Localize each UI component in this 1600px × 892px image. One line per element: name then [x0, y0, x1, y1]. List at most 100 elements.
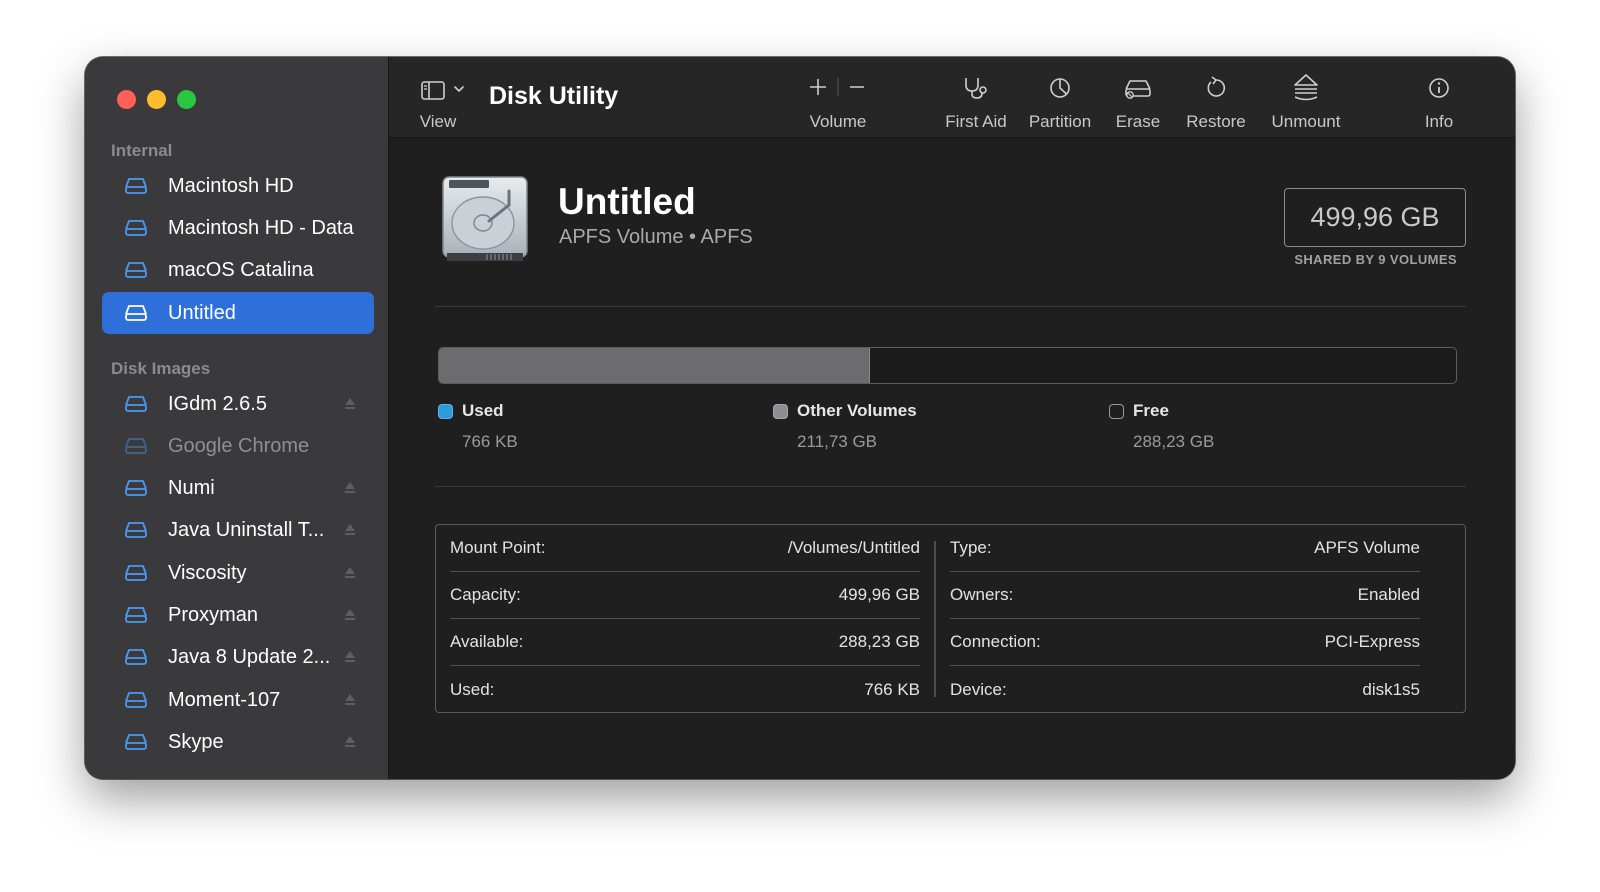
- usage-bar: [438, 347, 1457, 384]
- internal-drive-icon: [125, 178, 147, 194]
- info-row-capacity: Capacity: 499,96 GB: [450, 572, 920, 619]
- sidebar: Internal Macintosh HD Macintosh HD - Dat…: [85, 57, 389, 779]
- legend-free-value: 288,23 GB: [1133, 432, 1215, 451]
- sidebar-item-numi[interactable]: Numi: [102, 467, 374, 509]
- sidebar-toggle-icon: [421, 81, 464, 100]
- info-label: Type:: [950, 538, 992, 557]
- minimize-button[interactable]: [147, 90, 166, 109]
- volume-name: Untitled: [558, 181, 696, 222]
- sidebar-item-macintosh-hd-data[interactable]: Macintosh HD - Data: [102, 207, 374, 249]
- column-divider: [934, 541, 936, 697]
- restore-label: Restore: [1186, 112, 1246, 131]
- sidebar-item-skype[interactable]: Skype: [102, 721, 374, 763]
- eject-icon[interactable]: [344, 566, 356, 579]
- sidebar-item-macos-catalina[interactable]: macOS Catalina: [102, 249, 374, 291]
- erase-button[interactable]: Erase: [1107, 57, 1169, 138]
- info-label: Connection:: [950, 632, 1041, 651]
- legend-used-value: 766 KB: [462, 432, 518, 451]
- eject-icon[interactable]: [344, 693, 356, 706]
- sidebar-item-label: Untitled: [168, 301, 236, 324]
- sidebar-item-macintosh-hd[interactable]: Macintosh HD: [102, 165, 374, 207]
- info-label: Mount Point:: [450, 538, 546, 557]
- disk-image-icon: [125, 649, 147, 665]
- stethoscope-icon: [965, 78, 987, 99]
- eject-icon[interactable]: [344, 735, 356, 748]
- partition-label: Partition: [1028, 112, 1092, 131]
- sidebar-item-label: Numi: [168, 476, 215, 499]
- section-title-internal: Internal: [111, 141, 173, 160]
- volume-subtitle: APFS Volume • APFS: [559, 226, 753, 248]
- sidebar-item-label: IGdm 2.6.5: [168, 392, 267, 415]
- unmount-label: Unmount: [1271, 112, 1341, 131]
- app-title: Disk Utility: [489, 82, 619, 110]
- info-label: Owners:: [950, 585, 1014, 604]
- sidebar-item-google-chrome[interactable]: Google Chrome: [102, 425, 374, 467]
- legend-used-label: Used: [462, 401, 504, 420]
- volume-details: Untitled APFS Volume • APFS 499,96 GB SH…: [389, 139, 1515, 779]
- sidebar-item-untitled[interactable]: Untitled: [102, 292, 374, 334]
- legend-other-label: Other Volumes: [797, 401, 917, 420]
- view-button[interactable]: View: [403, 57, 473, 138]
- zoom-button[interactable]: [177, 90, 196, 109]
- sidebar-item-java-8-update[interactable]: Java 8 Update 2...: [102, 636, 374, 678]
- disk-image-icon: [125, 692, 147, 708]
- eject-icon[interactable]: [344, 481, 356, 494]
- sidebar-item-proxyman[interactable]: Proxyman: [102, 594, 374, 636]
- first-aid-button[interactable]: First Aid: [937, 57, 1015, 138]
- info-table: Mount Point: /Volumes/Untitled Capacity:…: [435, 524, 1466, 713]
- info-row-connection: Connection: PCI-Express: [950, 619, 1420, 666]
- disk-utility-window: Internal Macintosh HD Macintosh HD - Dat…: [85, 57, 1515, 779]
- disk-image-icon: [125, 438, 147, 454]
- volume-label: Volume: [809, 112, 867, 131]
- disk-image-icon: [125, 565, 147, 581]
- partition-button[interactable]: Partition: [1024, 57, 1096, 138]
- info-label: Capacity:: [450, 585, 521, 604]
- unmount-button[interactable]: Unmount: [1266, 57, 1346, 138]
- legend-other-value: 211,73 GB: [797, 432, 878, 451]
- sidebar-item-label: Skype: [168, 730, 224, 753]
- sidebar-item-java-uninstall[interactable]: Java Uninstall T...: [102, 509, 374, 551]
- divider: [435, 486, 1466, 487]
- usage-bar-other-volumes: [439, 348, 870, 383]
- info-value: Enabled: [1357, 585, 1420, 604]
- unmount-icon: [1294, 74, 1318, 101]
- used-color-swatch: [438, 404, 453, 419]
- sidebar-item-igdm[interactable]: IGdm 2.6.5: [102, 383, 374, 425]
- info-row-device: Device: disk1s5: [950, 666, 1420, 713]
- info-value: 499,96 GB: [838, 585, 920, 604]
- sidebar-item-label: Moment-107: [168, 688, 281, 711]
- info-label: Available:: [450, 632, 524, 651]
- info-value: disk1s5: [1362, 679, 1420, 699]
- first-aid-label: First Aid: [945, 112, 1007, 131]
- eject-icon[interactable]: [344, 650, 356, 663]
- toolbar: View Disk Utility Volume First Aid Parti…: [389, 57, 1515, 138]
- window-controls: [117, 90, 196, 109]
- legend-free-label: Free: [1133, 401, 1169, 420]
- info-row-type: Type: APFS Volume: [950, 525, 1420, 572]
- eject-icon[interactable]: [344, 397, 356, 410]
- info-label: Device:: [950, 679, 1007, 699]
- info-value: 288,23 GB: [838, 632, 920, 651]
- info-icon: [1429, 78, 1449, 98]
- sidebar-item-label: macOS Catalina: [168, 258, 314, 281]
- internal-drive-icon: [125, 262, 147, 278]
- sidebar-item-moment[interactable]: Moment-107: [102, 679, 374, 721]
- info-button[interactable]: Info: [1415, 57, 1463, 138]
- restore-button[interactable]: Restore: [1182, 57, 1250, 138]
- disk-image-icon: [125, 607, 147, 623]
- eject-icon[interactable]: [344, 608, 356, 621]
- sidebar-item-viscosity[interactable]: Viscosity: [102, 552, 374, 594]
- sidebar-item-label: Java 8 Update 2...: [168, 645, 331, 668]
- divider: [435, 306, 1466, 307]
- info-row-available: Available: 288,23 GB: [450, 619, 920, 666]
- partition-pie-icon: [1050, 78, 1070, 98]
- sidebar-item-label: Viscosity: [168, 561, 247, 584]
- close-button[interactable]: [117, 90, 136, 109]
- capacity-box: 499,96 GB: [1284, 188, 1466, 247]
- erase-label: Erase: [1115, 112, 1161, 131]
- disk-image-icon: [125, 522, 147, 538]
- volume-button[interactable]: Volume: [802, 57, 874, 138]
- info-label: Info: [1424, 112, 1454, 131]
- eject-icon[interactable]: [344, 523, 356, 536]
- info-value: APFS Volume: [1314, 538, 1420, 557]
